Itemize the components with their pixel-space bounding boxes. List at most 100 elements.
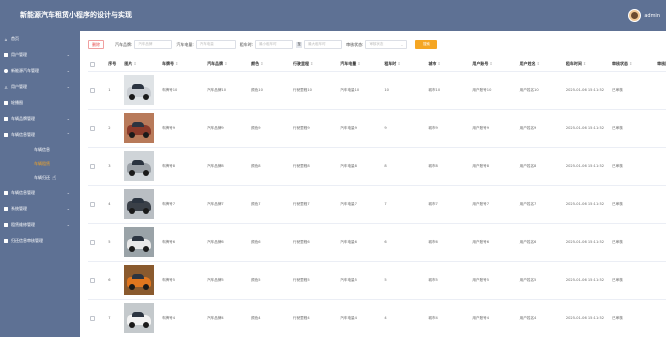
sort-icon[interactable]: ⇕ (133, 61, 136, 66)
status-filter-select[interactable]: 审核状态 ⌄ (365, 40, 408, 49)
sidebar-subitem-6-0[interactable]: 车辆信息 (0, 143, 80, 157)
sidebar-item-3[interactable]: ♙ 用户管理 ⌄ (0, 79, 80, 95)
sidebar-item-4[interactable]: 轮播图 (0, 95, 80, 111)
sidebar-item-5[interactable]: 车辆品牌管理 ⌄ (0, 111, 80, 127)
car-photo[interactable] (124, 151, 155, 181)
row-index: 5 (106, 223, 123, 262)
table-row[interactable]: 7 车牌号4 汽车品牌4 颜色4 行驶里程4 汽车电量4 4 城市4 用户账号4 用户姓名4 202… (88, 299, 666, 337)
sort-icon[interactable]: ⇕ (397, 61, 400, 66)
sort-icon[interactable]: ⇕ (629, 61, 632, 66)
home-icon: ⌂ (4, 36, 8, 42)
column-header-label: 汽车电量 (340, 61, 357, 67)
cell-mileage: 行驶里程10 (291, 71, 339, 110)
table-row[interactable]: 4 车牌号7 汽车品牌7 颜色7 行驶里程7 汽车电量7 7 城市7 用户账号7 用户姓名7 202… (88, 185, 666, 224)
column-header[interactable]: 汽车品牌⇕ (205, 58, 250, 72)
table-row[interactable]: 6 车牌号5 汽车品牌5 颜色5 行驶里程5 汽车电量5 5 城市5 用户账号5 用户姓名5 202… (88, 261, 666, 300)
hours-min-input[interactable]: 最小租车时 (255, 40, 294, 49)
row-checkbox[interactable] (90, 163, 95, 169)
search-button[interactable]: 搜索 (415, 40, 438, 49)
cell-mileage: 行驶里程5 (291, 261, 339, 300)
cell-city: 城市10 (426, 71, 471, 110)
table-row[interactable]: 2 车牌号9 汽车品牌9 颜色9 行驶里程9 汽车电量9 9 城市9 用户账号9 用户姓名9 202… (88, 109, 666, 148)
sidebar-item-10[interactable]: 归还信息审核管理 (0, 233, 80, 249)
cell-mileage: 行驶里程4 (291, 299, 339, 337)
column-header[interactable]: 审核状态⇕ (610, 58, 656, 72)
car-wheel-shape (143, 284, 150, 290)
car-photo[interactable] (124, 265, 155, 295)
sidebar-item-6[interactable]: 车辆信息管理 ⌃ (0, 127, 80, 143)
brand-filter-input[interactable]: 汽车品牌 (134, 40, 173, 49)
top-bar: 新能源汽车租赁小程序的设计与实现 admin (0, 0, 666, 31)
delete-button[interactable]: 删除 (88, 40, 104, 49)
avatar[interactable] (628, 9, 642, 22)
battery-filter-input[interactable]: 汽车电量 (195, 40, 236, 49)
row-checkbox[interactable] (90, 239, 95, 245)
chevron-down-icon: ⌄ (66, 84, 70, 89)
row-checkbox[interactable] (90, 87, 95, 93)
cell-hours: 6 (382, 223, 427, 262)
sort-icon[interactable]: ⇕ (537, 61, 540, 66)
sidebar-subitem-6-1[interactable]: 车辆租赁 (0, 157, 80, 171)
status-filter-label: 审核状态: (346, 41, 364, 47)
table-row[interactable]: 3 车牌号8 汽车品牌8 颜色8 行驶里程8 汽车电量8 8 城市8 用户账号8 用户姓名8 202… (88, 147, 666, 186)
sort-icon[interactable]: ⇕ (357, 61, 360, 66)
user-menu[interactable]: admin (628, 9, 660, 22)
list-icon (4, 133, 8, 137)
column-header-label: 审核状态 (612, 61, 629, 67)
sidebar-item-8[interactable]: 系统管理 ⌄ (0, 201, 80, 217)
filter-toolbar: 删除 汽车品牌: 汽车品牌 汽车电量: 汽车电量 租车时: 最小租车时 至 最大… (88, 40, 438, 49)
column-header-label: 租车时间 (565, 61, 582, 67)
sort-icon[interactable]: ⇕ (224, 61, 227, 66)
row-select-cell[interactable] (88, 299, 107, 337)
car-photo[interactable] (124, 227, 155, 257)
sidebar-item-7[interactable]: 车辆信息管理 ⌄ (0, 185, 80, 201)
sidebar-item-1[interactable]: 用户管理 ⌄ (0, 47, 80, 63)
car-photo[interactable] (124, 303, 155, 333)
sort-icon[interactable]: ⇕ (437, 61, 440, 66)
select-all-checkbox[interactable] (90, 62, 95, 67)
avatar-face-icon (631, 12, 639, 19)
sort-icon[interactable]: ⇕ (489, 61, 492, 66)
column-header[interactable]: 图片⇕ (122, 58, 160, 72)
sort-icon[interactable]: ⇕ (260, 61, 263, 66)
column-header[interactable]: 颜色⇕ (249, 58, 291, 72)
column-header[interactable]: 汽车电量⇕ (338, 58, 383, 72)
sidebar-item-0[interactable]: ⌂ 首页 (0, 31, 80, 47)
column-header[interactable]: 车牌号⇕ (159, 58, 206, 72)
column-header[interactable]: 用户姓名⇕ (517, 58, 564, 72)
select-all-header[interactable] (88, 58, 107, 72)
row-checkbox[interactable] (90, 315, 95, 321)
column-header[interactable]: 城市⇕ (426, 58, 471, 72)
user-name[interactable]: admin (644, 13, 660, 19)
sidebar-subitem-6-2[interactable]: 车辆归还 ☝ (0, 171, 80, 185)
car-photo[interactable] (124, 75, 155, 105)
hours-max-input[interactable]: 最大租车时 (304, 40, 343, 49)
row-select-cell[interactable] (88, 261, 107, 300)
column-header[interactable]: 用户账号⇕ (470, 58, 518, 72)
row-checkbox[interactable] (90, 201, 95, 207)
sidebar-item-9[interactable]: 租赁维修管理 ⌄ (0, 217, 80, 233)
row-select-cell[interactable] (88, 223, 107, 262)
cell-plate: 车牌号5 (159, 261, 206, 300)
column-header[interactable]: 租车时⇕ (382, 58, 427, 72)
sort-icon[interactable]: ⇕ (583, 61, 586, 66)
car-photo[interactable] (124, 189, 155, 219)
row-select-cell[interactable] (88, 147, 107, 186)
sidebar-item-2[interactable]: 新能源汽车管理 ⌄ (0, 63, 80, 79)
car-wheel-shape (143, 322, 150, 328)
row-checkbox[interactable] (90, 277, 95, 283)
row-checkbox[interactable] (90, 125, 95, 131)
column-header[interactable]: 行驶里程⇕ (291, 58, 339, 72)
table-row[interactable]: 1 车牌号10 汽车品牌10 颜色10 行驶里程10 汽车电量10 10 城市10 用户账号10… (88, 71, 666, 110)
tag-icon (4, 117, 8, 121)
sidebar-subitem-label: 车辆归还 (34, 175, 50, 180)
sort-icon[interactable]: ⇕ (310, 61, 313, 66)
column-header[interactable]: 租车时间⇕ (563, 58, 611, 72)
table-row[interactable]: 5 车牌号6 汽车品牌6 颜色6 行驶里程6 汽车电量6 6 城市6 用户账号6 用户姓名6 202… (88, 223, 666, 262)
sort-icon[interactable]: ⇕ (175, 61, 178, 66)
car-photo[interactable] (124, 113, 155, 143)
row-select-cell[interactable] (88, 109, 107, 148)
row-select-cell[interactable] (88, 185, 107, 224)
cell-city: 城市8 (426, 147, 471, 186)
row-select-cell[interactable] (88, 71, 107, 110)
